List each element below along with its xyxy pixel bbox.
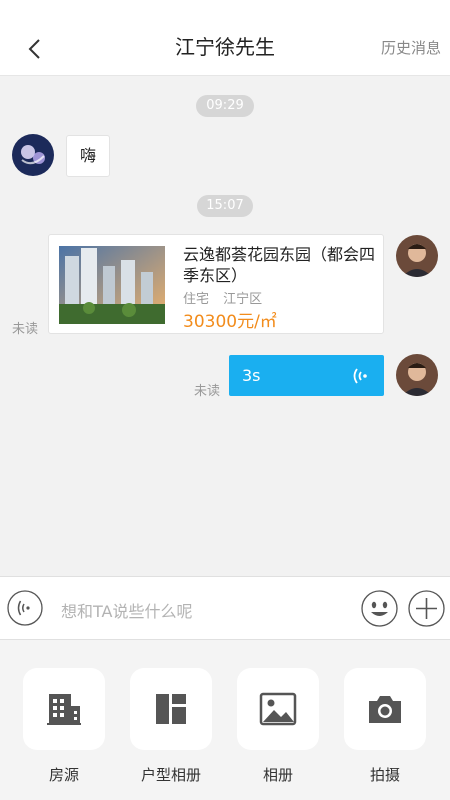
tool-listing[interactable]: 房源: [23, 668, 105, 785]
property-thumbnail: [59, 246, 165, 324]
camera-icon: [369, 696, 401, 723]
emoji-icon[interactable]: [361, 590, 398, 627]
tool-camera-button[interactable]: [344, 668, 426, 750]
user-avatar[interactable]: [396, 235, 438, 277]
property-type: 住宅: [183, 292, 210, 307]
unread-label: 未读: [12, 322, 39, 337]
tool-label: 户型相册: [140, 766, 201, 784]
nav-bar: 江宁徐先生 历史消息: [0, 0, 450, 76]
unread-label: 未读: [194, 384, 221, 399]
tool-floorplan-album[interactable]: 户型相册: [130, 668, 212, 785]
tool-album[interactable]: 相册: [237, 668, 319, 785]
tool-camera[interactable]: 拍摄: [344, 668, 426, 785]
voice-wave-icon: [353, 368, 367, 384]
plus-icon[interactable]: [408, 590, 445, 627]
message-bubble-incoming[interactable]: 嗨: [66, 135, 110, 177]
contact-avatar[interactable]: [12, 134, 54, 176]
input-bar: 想和TA说些什么呢: [0, 576, 450, 640]
building-icon: [47, 694, 81, 725]
timestamp: 15:07: [197, 195, 253, 217]
user-avatar[interactable]: [396, 354, 438, 396]
tool-album-button[interactable]: [237, 668, 319, 750]
property-price: 30300元/㎡: [183, 312, 277, 332]
tool-label: 拍摄: [369, 766, 400, 784]
attachment-panel: 房源 户型相册 相册 拍摄: [0, 640, 450, 800]
property-district: 江宁区: [223, 292, 263, 307]
voice-message-bubble[interactable]: 3s: [229, 355, 384, 396]
message-input[interactable]: 想和TA说些什么呢: [61, 598, 192, 622]
image-icon: [259, 692, 297, 726]
timestamp: 09:29: [196, 95, 254, 117]
tool-floorplan-button[interactable]: [130, 668, 212, 750]
property-name: 云逸都荟花园东园（都会四季东区）: [183, 245, 376, 285]
property-card-message[interactable]: 云逸都荟花园东园（都会四季东区） 住宅 江宁区 30300元/㎡: [48, 234, 384, 334]
voice-duration: 3s: [242, 366, 261, 385]
voice-input-toggle-icon[interactable]: [7, 590, 43, 626]
property-tags: 住宅 江宁区: [183, 288, 272, 307]
history-messages-link[interactable]: 历史消息: [381, 37, 441, 58]
tool-label: 相册: [262, 766, 293, 784]
floorplan-icon: [156, 694, 186, 724]
tool-listing-button[interactable]: [23, 668, 105, 750]
tool-label: 房源: [48, 766, 79, 784]
